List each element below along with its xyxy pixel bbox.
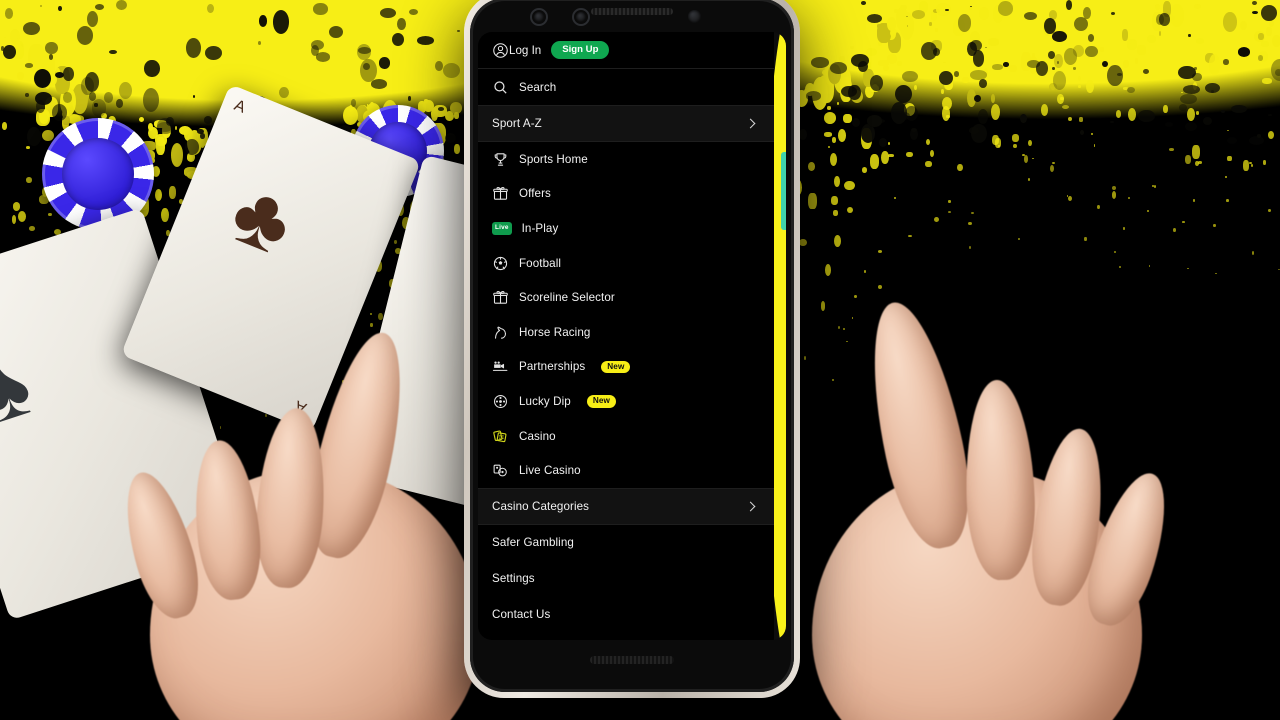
menu-item-lucky-dip[interactable]: Lucky Dip New: [478, 384, 774, 419]
menu-item-partnerships[interactable]: Partnerships New: [478, 350, 774, 385]
footer-item-contact-us[interactable]: Contact Us: [478, 597, 774, 633]
menu-item-label: Offers: [519, 187, 551, 201]
menu-item-label: Lucky Dip: [519, 394, 571, 408]
menu-item-horse-racing[interactable]: Horse Racing: [478, 315, 774, 350]
menu-item-label: Partnerships: [519, 360, 586, 374]
menu-item-label: In-Play: [521, 221, 559, 235]
dice-cards-icon: [492, 428, 509, 445]
menu-item-casino[interactable]: Casino: [478, 419, 774, 454]
footer-item-label: Safer Gambling: [492, 536, 574, 550]
chevron-right-icon: [745, 501, 756, 512]
wheel-icon: [492, 393, 509, 410]
menu-item-in-play[interactable]: Live In-Play: [478, 211, 774, 246]
sign-up-button[interactable]: Sign Up: [551, 40, 610, 60]
card-corner-rank: A: [231, 96, 248, 117]
camera-lens-2: [576, 12, 586, 22]
menu-item-label: Live Casino: [519, 464, 581, 478]
earpiece-grille: [591, 8, 673, 15]
new-badge: New: [586, 395, 616, 408]
phone-body: Log In Sign Up Search Sport A-Z Sports H…: [470, 0, 794, 692]
phone-screen: Log In Sign Up Search Sport A-Z Sports H…: [478, 32, 786, 640]
football-icon: [492, 255, 509, 272]
search-row[interactable]: Search: [478, 69, 774, 105]
side-tab-indicator[interactable]: [781, 152, 786, 230]
new-badge: New: [601, 360, 631, 373]
roulette-icon: [492, 462, 509, 479]
footer-item-label: Settings: [492, 572, 535, 586]
menu-item-live-casino[interactable]: Live Casino: [478, 453, 774, 488]
menu-item-football[interactable]: Football: [478, 246, 774, 281]
menu-item-sports-home[interactable]: Sports Home: [478, 142, 774, 177]
gift-icon: [492, 289, 509, 306]
proximity-sensor: [688, 10, 701, 23]
menu-item-label: Scoreline Selector: [519, 291, 615, 305]
camera-lens-1: [534, 12, 544, 22]
group-row-sport-az[interactable]: Sport A-Z: [478, 106, 774, 141]
menu-item-label: Horse Racing: [519, 325, 591, 339]
camera-icon: [492, 358, 509, 375]
phone-device: Log In Sign Up Search Sport A-Z Sports H…: [464, 0, 800, 698]
menu-item-label: Sports Home: [519, 152, 588, 166]
menu-item-label: Casino: [519, 429, 556, 443]
card-center-suit: ♣: [218, 163, 307, 274]
search-label: Search: [519, 80, 557, 94]
footer-item-settings[interactable]: Settings: [478, 561, 774, 597]
card-center-suit: ♠: [0, 336, 43, 443]
account-row: Log In Sign Up: [478, 32, 774, 68]
live-badge-icon: Live: [492, 221, 512, 236]
gift-icon: [492, 185, 509, 202]
trophy-icon: [492, 151, 509, 168]
sports-menu-list: Sports Home Offers Live In-Play Football Scor…: [478, 142, 774, 488]
bottom-speaker-grille: [590, 656, 674, 664]
group-row-casino-categories[interactable]: Casino Categories: [478, 488, 774, 524]
horse-head-icon: [492, 324, 509, 341]
menu-item-offers[interactable]: Offers: [478, 177, 774, 212]
login-label[interactable]: Log In: [509, 44, 541, 57]
navigation-drawer: Log In Sign Up Search Sport A-Z Sports H…: [478, 32, 774, 640]
menu-item-label: Football: [519, 256, 562, 270]
footer-item-safer-gambling[interactable]: Safer Gambling: [478, 525, 774, 561]
group-label: Casino Categories: [492, 499, 590, 513]
user-circle-icon[interactable]: [492, 42, 509, 59]
footer-menu-list: Safer Gambling Settings Contact Us: [478, 525, 774, 633]
group-label: Sport A-Z: [492, 117, 542, 130]
chevron-right-icon: [745, 118, 756, 129]
search-icon: [492, 79, 509, 96]
footer-item-label: Contact Us: [492, 608, 551, 622]
menu-item-scoreline-selector[interactable]: Scoreline Selector: [478, 280, 774, 315]
